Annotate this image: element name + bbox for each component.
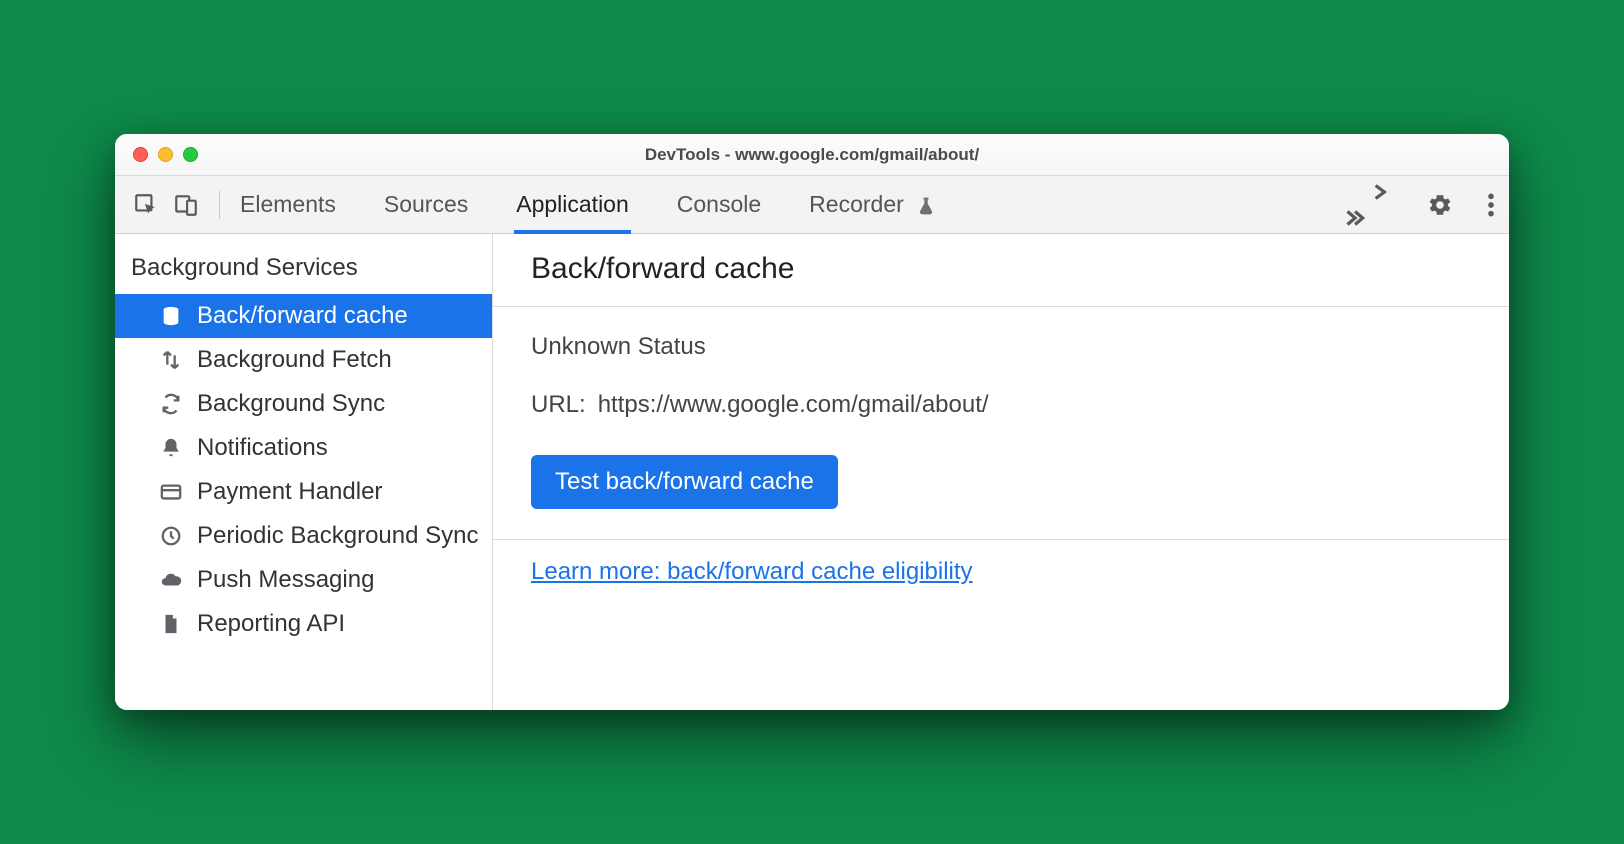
url-value: https://www.google.com/gmail/about/ <box>598 391 989 419</box>
minimize-window-button[interactable] <box>158 147 173 162</box>
more-tabs-icon[interactable] <box>1367 179 1393 231</box>
toolbar-separator <box>219 191 220 219</box>
main-panel: Back/forward cache Unknown Status URL: h… <box>493 234 1509 710</box>
devtools-toolbar: Elements Sources Application Console Rec… <box>115 176 1509 234</box>
tab-elements[interactable]: Elements <box>240 178 336 231</box>
sidebar-item-label: Payment Handler <box>197 478 382 506</box>
tab-application[interactable]: Application <box>516 178 629 231</box>
maximize-window-button[interactable] <box>183 147 198 162</box>
application-sidebar: Background Services Back/forward cache B… <box>115 234 493 710</box>
tab-console[interactable]: Console <box>677 178 761 231</box>
sidebar-item-background-fetch[interactable]: Background Fetch <box>115 338 492 382</box>
url-label: URL: <box>531 391 586 419</box>
sidebar-item-reporting-api[interactable]: Reporting API <box>115 602 492 646</box>
database-icon <box>159 304 183 328</box>
status-text: Unknown Status <box>531 333 1471 361</box>
close-window-button[interactable] <box>133 147 148 162</box>
window-controls <box>115 147 198 162</box>
clock-icon <box>159 524 183 548</box>
sidebar-item-push-messaging[interactable]: Push Messaging <box>115 558 492 602</box>
sync-icon <box>159 392 183 416</box>
panel-title: Back/forward cache <box>493 234 1509 307</box>
tab-recorder[interactable]: Recorder <box>809 178 936 231</box>
sidebar-item-periodic-sync[interactable]: Periodic Background Sync <box>115 514 492 558</box>
sidebar-item-label: Periodic Background Sync <box>197 522 478 550</box>
url-row: URL: https://www.google.com/gmail/about/ <box>531 391 1471 419</box>
toolbar-right <box>1367 179 1495 231</box>
sidebar-item-label: Background Fetch <box>197 346 392 374</box>
window-title: DevTools - www.google.com/gmail/about/ <box>115 145 1509 165</box>
sidebar-item-label: Push Messaging <box>197 566 374 594</box>
inspect-icon[interactable] <box>129 188 163 222</box>
panel-footer: Learn more: back/forward cache eligibili… <box>493 540 1509 604</box>
device-toggle-icon[interactable] <box>169 188 203 222</box>
flask-icon <box>916 196 936 216</box>
panel-body: Unknown Status URL: https://www.google.c… <box>493 307 1509 540</box>
sidebar-item-label: Notifications <box>197 434 328 462</box>
sidebar-item-label: Background Sync <box>197 390 385 418</box>
transfer-icon <box>159 348 183 372</box>
content-area: Background Services Back/forward cache B… <box>115 234 1509 710</box>
tab-sources[interactable]: Sources <box>384 178 468 231</box>
kebab-menu-icon[interactable] <box>1487 192 1495 218</box>
settings-icon[interactable] <box>1427 192 1453 218</box>
sidebar-item-notifications[interactable]: Notifications <box>115 426 492 470</box>
cloud-icon <box>159 568 183 592</box>
sidebar-item-label: Back/forward cache <box>197 302 408 330</box>
titlebar: DevTools - www.google.com/gmail/about/ <box>115 134 1509 176</box>
document-icon <box>159 612 183 636</box>
sidebar-item-payment-handler[interactable]: Payment Handler <box>115 470 492 514</box>
bell-icon <box>159 436 183 460</box>
sidebar-section-title: Background Services <box>115 244 492 294</box>
devtools-tabs: Elements Sources Application Console Rec… <box>240 178 936 231</box>
credit-card-icon <box>159 480 183 504</box>
sidebar-item-bf-cache[interactable]: Back/forward cache <box>115 294 492 338</box>
test-bf-cache-button[interactable]: Test back/forward cache <box>531 455 838 509</box>
learn-more-link[interactable]: Learn more: back/forward cache eligibili… <box>531 558 973 585</box>
sidebar-item-background-sync[interactable]: Background Sync <box>115 382 492 426</box>
devtools-window: DevTools - www.google.com/gmail/about/ E… <box>115 134 1509 710</box>
sidebar-item-label: Reporting API <box>197 610 345 638</box>
tab-recorder-label: Recorder <box>809 191 904 217</box>
